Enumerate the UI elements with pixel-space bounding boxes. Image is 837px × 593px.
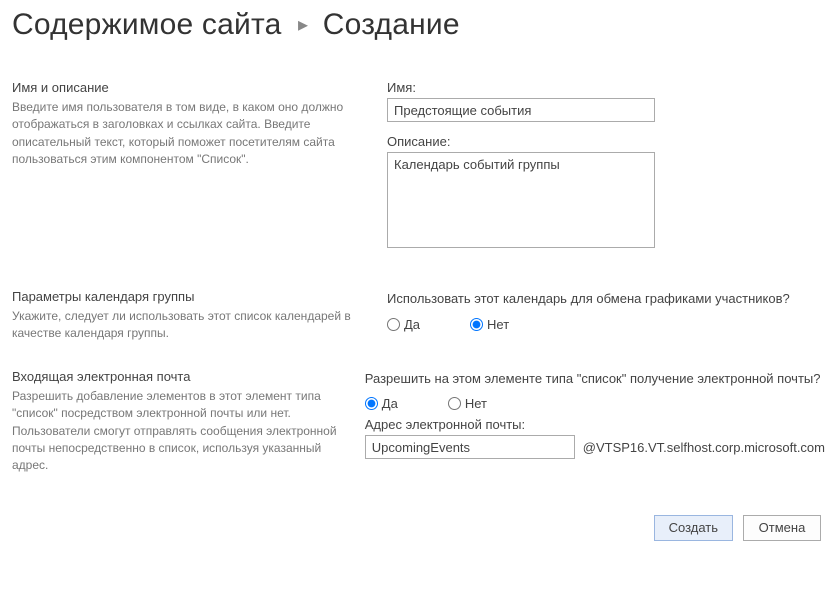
breadcrumb: Содержимое сайта ▸ Создание — [12, 8, 825, 42]
radio-label-yes: Да — [382, 396, 398, 411]
section-title-group-cal: Параметры календаря группы — [12, 289, 365, 304]
section-desc-group-cal: Укажите, следует ли использовать этот сп… — [12, 308, 365, 343]
radio-label-no: Нет — [487, 317, 509, 332]
breadcrumb-parent[interactable]: Содержимое сайта — [12, 8, 281, 41]
section-title-name: Имя и описание — [12, 80, 365, 95]
email-addr-input[interactable] — [365, 435, 575, 459]
email-radio-yes[interactable]: Да — [365, 396, 398, 411]
section-desc-name: Введите имя пользователя в том виде, в к… — [12, 99, 365, 169]
email-radio-no[interactable]: Нет — [448, 396, 487, 411]
radio-label-no: Нет — [465, 396, 487, 411]
group-cal-radio-yes-input[interactable] — [387, 318, 400, 331]
create-button[interactable]: Создать — [654, 515, 733, 541]
email-radio-yes-input[interactable] — [365, 397, 378, 410]
description-label: Описание: — [387, 134, 825, 149]
cancel-button[interactable]: Отмена — [743, 515, 821, 541]
email-addr-label: Адрес электронной почты: — [365, 417, 825, 432]
chevron-right-icon: ▸ — [298, 12, 308, 37]
group-cal-radio-no-input[interactable] — [470, 318, 483, 331]
group-cal-radio-yes[interactable]: Да — [387, 317, 420, 332]
breadcrumb-current: Создание — [323, 8, 460, 41]
group-cal-question: Использовать этот календарь для обмена г… — [387, 289, 825, 309]
section-desc-email: Разрешить добавление элементов в этот эл… — [12, 388, 343, 475]
description-textarea[interactable] — [387, 152, 655, 248]
name-input[interactable] — [387, 98, 655, 122]
email-radio-no-input[interactable] — [448, 397, 461, 410]
radio-label-yes: Да — [404, 317, 420, 332]
email-domain: @VTSP16.VT.selfhost.corp.microsoft.com — [583, 440, 825, 455]
name-label: Имя: — [387, 80, 825, 95]
email-question: Разрешить на этом элементе типа "список"… — [365, 369, 825, 389]
section-title-email: Входящая электронная почта — [12, 369, 343, 384]
group-cal-radio-no[interactable]: Нет — [470, 317, 509, 332]
